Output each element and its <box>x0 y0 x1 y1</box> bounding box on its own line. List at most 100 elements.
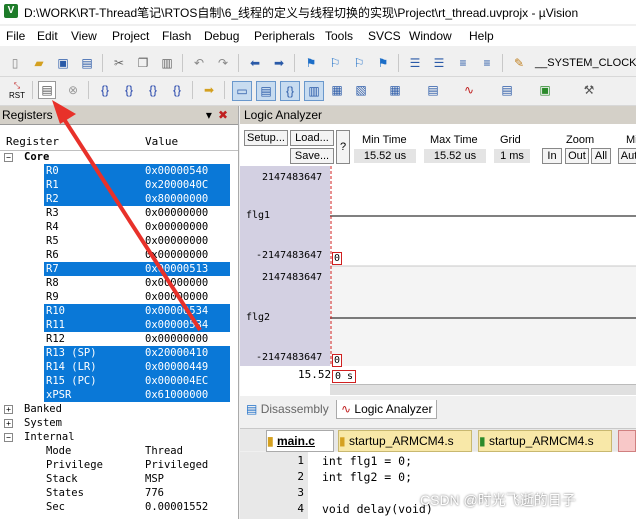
tab-more[interactable] <box>618 430 636 452</box>
call-stack-window-icon[interactable]: ▦ <box>328 81 346 99</box>
internal-row[interactable]: Stack MSP <box>0 472 238 486</box>
register-row[interactable]: R1 0x2000040C <box>44 178 230 192</box>
serial-window-icon[interactable]: ▤ <box>424 81 442 99</box>
undo-icon[interactable]: ↶ <box>190 54 208 72</box>
clear-bookmarks-icon[interactable]: ⚑ <box>374 54 392 72</box>
reset-icon[interactable]: ⤡ RST <box>6 81 28 101</box>
trace-window-icon[interactable]: ▤ <box>498 81 516 99</box>
redo-icon[interactable]: ↷ <box>214 54 232 72</box>
stop-icon[interactable]: ⊗ <box>64 81 82 99</box>
run-to-cursor-icon[interactable]: {} <box>168 81 186 99</box>
internal-row[interactable]: States 776 <box>0 486 238 500</box>
internal-row[interactable]: Sec 0.00001552 <box>0 500 238 514</box>
prev-bookmark-icon[interactable]: ⚐ <box>326 54 344 72</box>
auto-button[interactable]: Aut <box>618 148 636 164</box>
tab-startup-1[interactable]: ▮ startup_ARMCM4.s <box>338 430 472 452</box>
forward-icon[interactable]: ➡ <box>270 54 288 72</box>
uncomment-icon[interactable]: ≡ <box>478 54 496 72</box>
find-in-files-icon[interactable]: ✎ <box>510 54 528 72</box>
step-over-icon[interactable]: {} <box>120 81 138 99</box>
register-row[interactable]: R10 0x00000534 <box>44 304 230 318</box>
bookmark-icon[interactable]: ⚑ <box>302 54 320 72</box>
register-group-internal[interactable]: − Internal <box>0 430 238 444</box>
target-combo[interactable]: __SYSTEM_CLOCK <box>535 57 636 69</box>
register-row[interactable]: R8 0x00000000 <box>44 276 230 290</box>
zoom-in-button[interactable]: In <box>542 148 562 164</box>
run-icon[interactable]: ▤ <box>38 81 56 99</box>
horizontal-scrollbar[interactable] <box>330 384 636 395</box>
paste-icon[interactable]: ▥ <box>158 54 176 72</box>
menu-svcs[interactable]: SVCS <box>368 29 401 43</box>
indent-icon[interactable]: ☰ <box>406 54 424 72</box>
pin-icon[interactable]: ▾ <box>206 108 218 122</box>
command-window-icon[interactable]: ▭ <box>232 81 252 101</box>
register-row[interactable]: R2 0x80000000 <box>44 192 230 206</box>
menu-project[interactable]: Project <box>112 29 149 43</box>
save-all-icon[interactable]: ▤ <box>78 54 96 72</box>
menu-flash[interactable]: Flash <box>162 29 191 43</box>
waveform-area[interactable]: 0 0 <box>330 166 636 367</box>
register-row[interactable]: R12 0x00000000 <box>44 332 230 346</box>
internal-row[interactable]: Mode Thread <box>0 444 238 458</box>
back-icon[interactable]: ⬅ <box>246 54 264 72</box>
menu-edit[interactable]: Edit <box>37 29 58 43</box>
show-next-statement-icon[interactable]: ➡ <box>200 81 218 99</box>
comment-icon[interactable]: ≡ <box>454 54 472 72</box>
tab-logic-analyzer[interactable]: ∿ Logic Analyzer <box>336 400 438 419</box>
analysis-window-icon[interactable]: ∿ <box>460 81 478 99</box>
next-bookmark-icon[interactable]: ⚐ <box>350 54 368 72</box>
symbols-window-icon[interactable]: {} <box>280 81 300 101</box>
memory-window-icon[interactable]: ▦ <box>386 81 404 99</box>
menu-debug[interactable]: Debug <box>204 29 239 43</box>
register-row[interactable]: R6 0x00000000 <box>44 248 230 262</box>
register-row[interactable]: xPSR 0x61000000 <box>44 388 230 402</box>
expand-icon[interactable]: + <box>4 419 13 428</box>
setup-button[interactable]: Setup... <box>244 130 288 146</box>
internal-row[interactable]: Privilege Privileged <box>0 458 238 472</box>
register-row[interactable]: R0 0x00000540 <box>44 164 230 178</box>
menu-window[interactable]: Window <box>409 29 452 43</box>
open-folder-icon[interactable]: ▰ <box>30 54 48 72</box>
register-group-system[interactable]: + System <box>0 416 238 430</box>
save-icon[interactable]: ▣ <box>54 54 72 72</box>
register-row[interactable]: R13 (SP) 0x20000410 <box>44 346 230 360</box>
new-file-icon[interactable]: ▯ <box>6 54 24 72</box>
cut-icon[interactable]: ✂ <box>110 54 128 72</box>
close-icon[interactable]: ✖ <box>218 108 234 122</box>
signal-flg2[interactable]: flg2 <box>246 312 270 323</box>
register-row[interactable]: R15 (PC) 0x000004EC <box>44 374 230 388</box>
register-group-banked[interactable]: + Banked <box>0 402 238 416</box>
help-button[interactable]: ? <box>336 130 350 164</box>
save-button[interactable]: Save... <box>290 148 334 164</box>
expand-icon[interactable]: + <box>4 405 13 414</box>
watch-window-icon[interactable]: ▧ <box>352 81 370 99</box>
tab-disassembly[interactable]: ▤ Disassembly <box>242 400 333 418</box>
register-row[interactable]: R11 0x00000534 <box>44 318 230 332</box>
expand-icon[interactable]: − <box>4 433 13 442</box>
system-viewer-icon[interactable]: ▣ <box>536 81 554 99</box>
unindent-icon[interactable]: ☰ <box>430 54 448 72</box>
signal-flg1[interactable]: flg1 <box>246 210 270 221</box>
zoom-out-button[interactable]: Out <box>565 148 589 164</box>
register-row[interactable]: R7 0x00000513 <box>44 262 230 276</box>
toolbox-icon[interactable]: ⚒ <box>580 81 598 99</box>
disassembly-window-icon[interactable]: ▤ <box>256 81 276 101</box>
copy-icon[interactable]: ❐ <box>134 54 152 72</box>
step-out-icon[interactable]: {} <box>144 81 162 99</box>
register-row[interactable]: R14 (LR) 0x00000449 <box>44 360 230 374</box>
menu-help[interactable]: Help <box>469 29 494 43</box>
zoom-all-button[interactable]: All <box>591 148 611 164</box>
load-button[interactable]: Load... <box>290 130 334 146</box>
register-row[interactable]: R9 0x00000000 <box>44 290 230 304</box>
step-icon[interactable]: {} <box>96 81 114 99</box>
registers-window-icon[interactable]: ▥ <box>304 81 324 101</box>
register-row[interactable]: R3 0x00000000 <box>44 206 230 220</box>
tab-startup-2[interactable]: ▮ startup_ARMCM4.s <box>478 430 612 452</box>
menu-file[interactable]: File <box>6 29 25 43</box>
register-row[interactable]: R4 0x00000000 <box>44 220 230 234</box>
core-group[interactable]: − Core <box>0 150 238 164</box>
menu-tools[interactable]: Tools <box>325 29 353 43</box>
tab-main-c[interactable]: ▮ main.c <box>266 430 334 452</box>
menu-view[interactable]: View <box>71 29 97 43</box>
register-row[interactable]: R5 0x00000000 <box>44 234 230 248</box>
